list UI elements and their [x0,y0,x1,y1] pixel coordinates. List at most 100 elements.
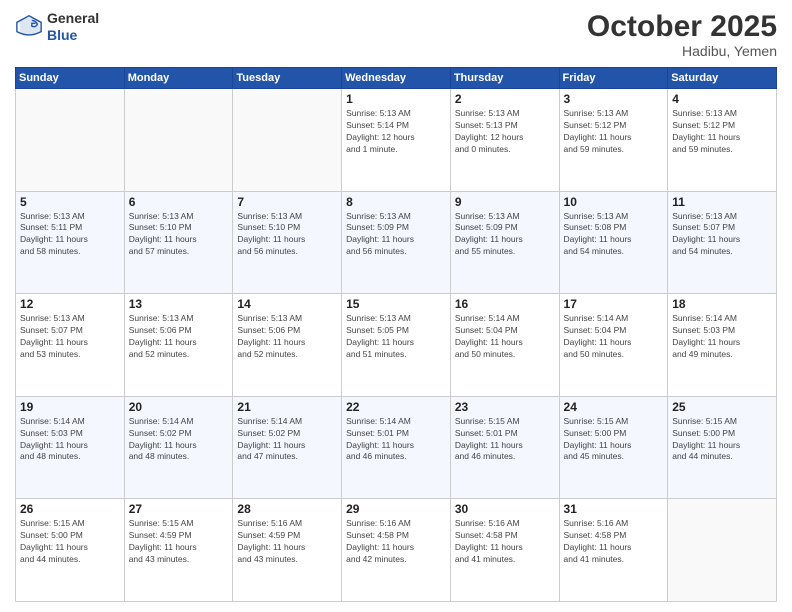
table-row: 11 Sunrise: 5:13 AM Sunset: 5:07 PM Dayli… [668,191,777,294]
week-row-2: 12Sunrise: 5:13 AM Sunset: 5:07 PM Dayli… [16,294,777,397]
table-row [668,499,777,602]
day-info: Sunrise: 5:15 AM Sunset: 4:59 PM Dayligh… [129,518,229,566]
header-sunday: Sunday [16,68,125,89]
logo-blue: Blue [47,27,99,44]
day-info: Sunrise: 5:13 AM Sunset: 5:13 PM Dayligh… [455,108,555,156]
header-monday: Monday [124,68,233,89]
day-number: 20 [129,400,229,414]
week-row-4: 26 Sunrise: 5:15 AM Sunset: 5:00 PM Dayli… [16,499,777,602]
table-row: 27 Sunrise: 5:15 AM Sunset: 4:59 PM Dayli… [124,499,233,602]
table-row: 20 Sunrise: 5:14 AM Sunset: 5:02 PM Dayli… [124,396,233,499]
day-info: Sunrise: 5:14 AM Sunset: 5:03 PM Dayligh… [672,313,772,361]
table-row: 14 Sunrise: 5:13 AM Sunset: 5:06 PM Dayli… [233,294,342,397]
day-info: Sunrise: 5:16 AM Sunset: 4:58 PM Dayligh… [564,518,664,566]
day-info: Sunrise: 5:13 AM Sunset: 5:09 PM Dayligh… [346,211,446,259]
day-number: 14 [237,297,337,311]
day-number: 18 [672,297,772,311]
day-info: Sunrise: 5:13 AM Sunset: 5:05 PM Dayligh… [346,313,446,361]
page: General Blue October 2025 Hadibu, Yemen … [0,0,792,612]
table-row: 26 Sunrise: 5:15 AM Sunset: 5:00 PM Dayli… [16,499,125,602]
day-number: 7 [237,195,337,209]
location: Hadibu, Yemen [587,43,777,59]
logo-text: General Blue [47,10,99,44]
day-number: 2 [455,92,555,106]
day-info: Sunrise: 5:15 AM Sunset: 5:00 PM Dayligh… [564,416,664,464]
logo-general: General [47,10,99,27]
table-row: 24 Sunrise: 5:15 AM Sunset: 5:00 PM Dayli… [559,396,668,499]
day-info: Sunrise: 5:13 AM Sunset: 5:11 PM Dayligh… [20,211,120,259]
table-row: 15 Sunrise: 5:13 AM Sunset: 5:05 PM Dayli… [342,294,451,397]
day-number: 17 [564,297,664,311]
day-info: Sunrise: 5:13 AM Sunset: 5:12 PM Dayligh… [564,108,664,156]
day-info: Sunrise: 5:13 AM Sunset: 5:10 PM Dayligh… [237,211,337,259]
day-number: 11 [672,195,772,209]
day-number: 29 [346,502,446,516]
day-number: 28 [237,502,337,516]
table-row: 8 Sunrise: 5:13 AM Sunset: 5:09 PM Daylig… [342,191,451,294]
table-row [16,89,125,192]
header-saturday: Saturday [668,68,777,89]
table-row: 4Sunrise: 5:13 AM Sunset: 5:12 PM Daylig… [668,89,777,192]
table-row: 3 Sunrise: 5:13 AM Sunset: 5:12 PM Daylig… [559,89,668,192]
table-row: 31Sunrise: 5:16 AM Sunset: 4:58 PM Dayli… [559,499,668,602]
day-info: Sunrise: 5:13 AM Sunset: 5:08 PM Dayligh… [564,211,664,259]
day-info: Sunrise: 5:14 AM Sunset: 5:02 PM Dayligh… [237,416,337,464]
day-number: 19 [20,400,120,414]
day-number: 15 [346,297,446,311]
day-number: 1 [346,92,446,106]
day-number: 24 [564,400,664,414]
logo: General Blue [15,10,99,44]
day-info: Sunrise: 5:14 AM Sunset: 5:03 PM Dayligh… [20,416,120,464]
table-row: 2 Sunrise: 5:13 AM Sunset: 5:13 PM Daylig… [450,89,559,192]
day-number: 10 [564,195,664,209]
day-info: Sunrise: 5:15 AM Sunset: 5:00 PM Dayligh… [672,416,772,464]
day-info: Sunrise: 5:13 AM Sunset: 5:06 PM Dayligh… [237,313,337,361]
table-row: 28Sunrise: 5:16 AM Sunset: 4:59 PM Dayli… [233,499,342,602]
header-wednesday: Wednesday [342,68,451,89]
table-row: 23 Sunrise: 5:15 AM Sunset: 5:01 PM Dayli… [450,396,559,499]
table-row: 29Sunrise: 5:16 AM Sunset: 4:58 PM Dayli… [342,499,451,602]
day-number: 13 [129,297,229,311]
table-row: 9 Sunrise: 5:13 AM Sunset: 5:09 PM Daylig… [450,191,559,294]
day-number: 22 [346,400,446,414]
day-info: Sunrise: 5:13 AM Sunset: 5:10 PM Dayligh… [129,211,229,259]
day-info: Sunrise: 5:13 AM Sunset: 5:07 PM Dayligh… [672,211,772,259]
day-number: 3 [564,92,664,106]
month-title: October 2025 [587,10,777,43]
table-row: 5 Sunrise: 5:13 AM Sunset: 5:11 PM Daylig… [16,191,125,294]
day-info: Sunrise: 5:15 AM Sunset: 5:00 PM Dayligh… [20,518,120,566]
calendar: Sunday Monday Tuesday Wednesday Thursday… [15,67,777,602]
table-row: 25Sunrise: 5:15 AM Sunset: 5:00 PM Dayli… [668,396,777,499]
table-row: 12Sunrise: 5:13 AM Sunset: 5:07 PM Dayli… [16,294,125,397]
table-row: 13 Sunrise: 5:13 AM Sunset: 5:06 PM Dayli… [124,294,233,397]
day-number: 8 [346,195,446,209]
title-block: October 2025 Hadibu, Yemen [587,10,777,59]
table-row: 10 Sunrise: 5:13 AM Sunset: 5:08 PM Dayli… [559,191,668,294]
weekday-header-row: Sunday Monday Tuesday Wednesday Thursday… [16,68,777,89]
day-info: Sunrise: 5:13 AM Sunset: 5:09 PM Dayligh… [455,211,555,259]
day-number: 5 [20,195,120,209]
table-row: 30 Sunrise: 5:16 AM Sunset: 4:58 PM Dayli… [450,499,559,602]
day-info: Sunrise: 5:14 AM Sunset: 5:01 PM Dayligh… [346,416,446,464]
day-number: 9 [455,195,555,209]
week-row-1: 5 Sunrise: 5:13 AM Sunset: 5:11 PM Daylig… [16,191,777,294]
table-row: 1 Sunrise: 5:13 AM Sunset: 5:14 PM Daylig… [342,89,451,192]
day-info: Sunrise: 5:16 AM Sunset: 4:58 PM Dayligh… [455,518,555,566]
table-row [233,89,342,192]
day-number: 27 [129,502,229,516]
day-number: 12 [20,297,120,311]
day-info: Sunrise: 5:15 AM Sunset: 5:01 PM Dayligh… [455,416,555,464]
header: General Blue October 2025 Hadibu, Yemen [15,10,777,59]
day-number: 26 [20,502,120,516]
day-info: Sunrise: 5:13 AM Sunset: 5:14 PM Dayligh… [346,108,446,156]
day-number: 23 [455,400,555,414]
table-row: 7 Sunrise: 5:13 AM Sunset: 5:10 PM Daylig… [233,191,342,294]
day-info: Sunrise: 5:13 AM Sunset: 5:06 PM Dayligh… [129,313,229,361]
table-row: 6Sunrise: 5:13 AM Sunset: 5:10 PM Daylig… [124,191,233,294]
table-row: 18 Sunrise: 5:14 AM Sunset: 5:03 PM Dayli… [668,294,777,397]
day-number: 30 [455,502,555,516]
day-info: Sunrise: 5:14 AM Sunset: 5:02 PM Dayligh… [129,416,229,464]
header-thursday: Thursday [450,68,559,89]
table-row: 19 Sunrise: 5:14 AM Sunset: 5:03 PM Dayli… [16,396,125,499]
day-info: Sunrise: 5:14 AM Sunset: 5:04 PM Dayligh… [564,313,664,361]
